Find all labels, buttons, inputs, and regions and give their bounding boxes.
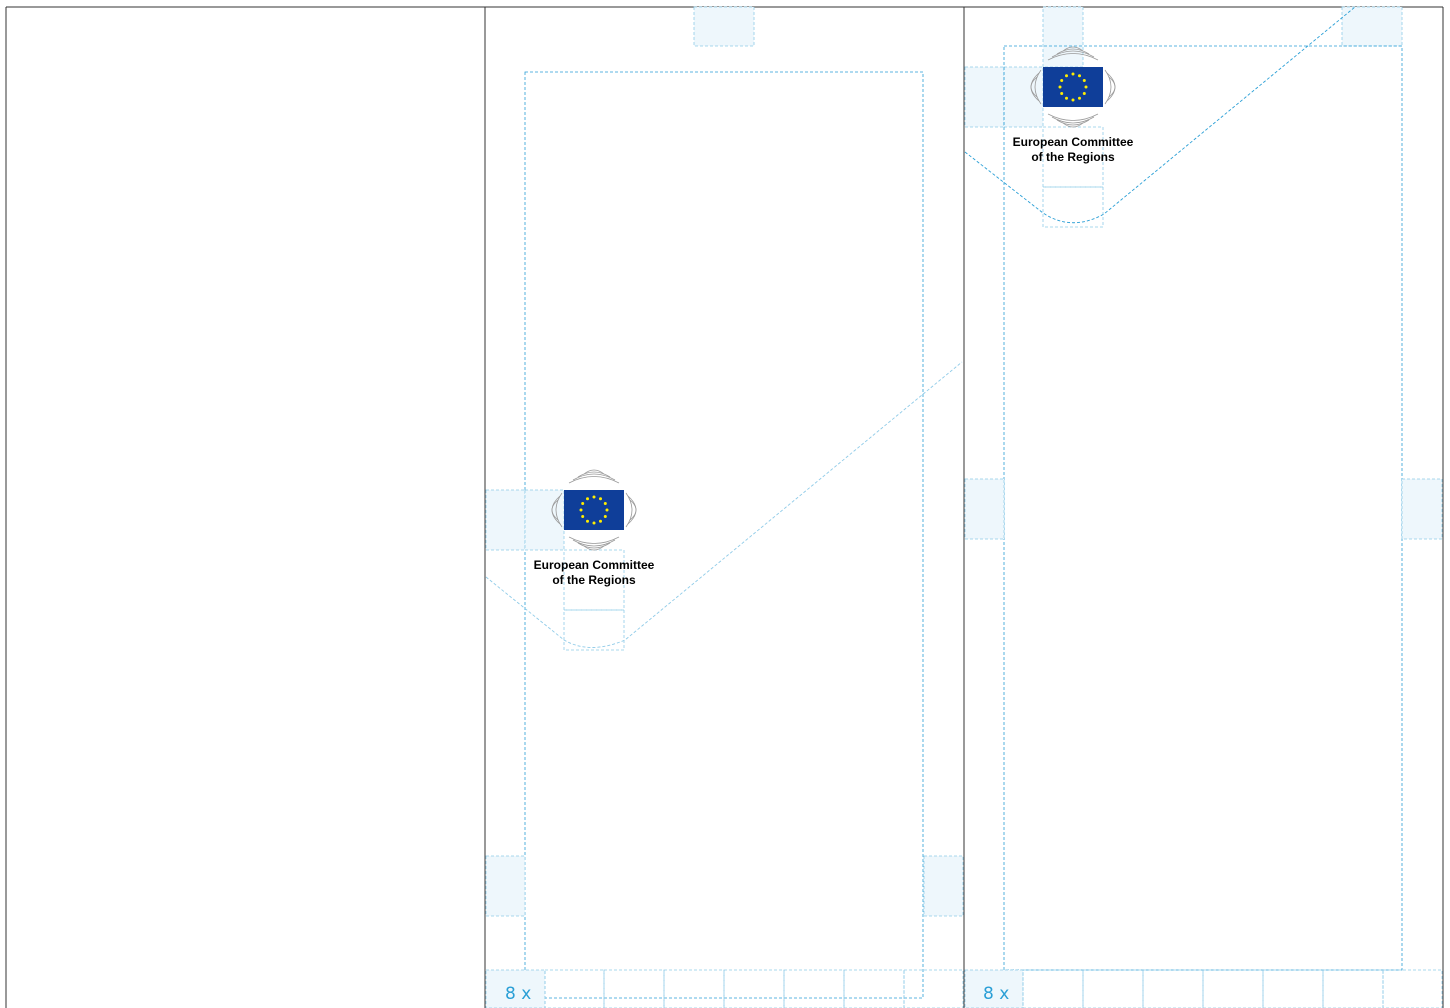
logo-text-line2: of the Regions bbox=[552, 573, 636, 587]
margin-unit-box bbox=[1042, 6, 1084, 68]
clearspace-box bbox=[1042, 186, 1104, 228]
panel-middle: 8 x European Committee of the Regions bbox=[485, 6, 964, 1008]
margin-unit-box bbox=[923, 855, 964, 917]
safe-area-guide bbox=[1003, 45, 1403, 971]
margin-unit-box bbox=[693, 6, 755, 47]
margin-unit-box bbox=[964, 66, 1005, 128]
margin-unit-box bbox=[1341, 6, 1403, 47]
margin-unit-box bbox=[964, 478, 1005, 540]
panel-left bbox=[5, 6, 485, 1008]
margin-unit-box bbox=[485, 489, 526, 551]
unit-count-label: 8 x bbox=[983, 984, 1009, 1004]
layout-guide-canvas: 8 x European Committee of the Regions 8 bbox=[5, 6, 1444, 1008]
bottom-unit-row bbox=[964, 969, 1443, 1008]
safe-area-guide bbox=[524, 71, 924, 999]
margin-unit-box bbox=[485, 855, 526, 917]
unit-count-label: 8 x bbox=[505, 984, 531, 1004]
logo-text-line1: European Committee bbox=[1013, 135, 1134, 149]
margin-unit-box bbox=[1401, 478, 1443, 540]
logo-text-line1: European Committee bbox=[534, 558, 655, 572]
logo-text-line2: of the Regions bbox=[1031, 150, 1115, 164]
bottom-unit-row bbox=[485, 969, 964, 1008]
eu-flag-emblem-icon bbox=[551, 469, 637, 551]
panel-right: 8 x European Committee of the Regions bbox=[964, 6, 1443, 1008]
